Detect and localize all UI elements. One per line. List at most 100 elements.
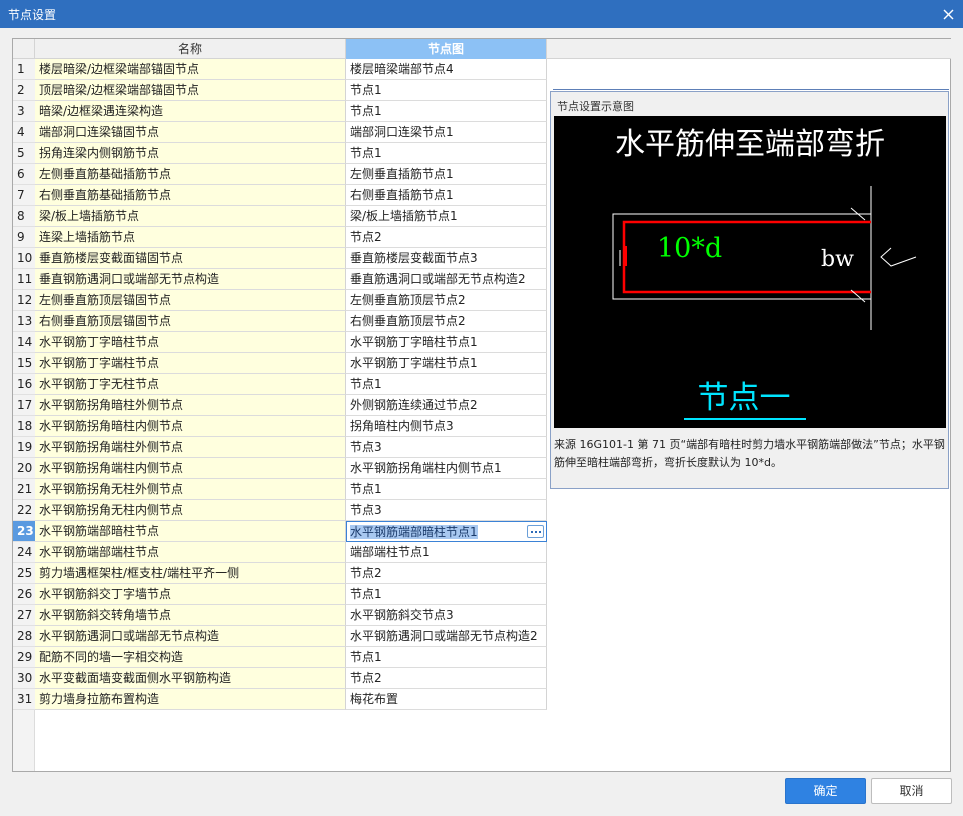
- cell-node[interactable]: 节点2: [346, 563, 547, 584]
- row-number[interactable]: 9: [13, 227, 35, 248]
- table-row[interactable]: 26 水平钢筋斜交丁字墙节点 节点1: [13, 584, 548, 605]
- table-row[interactable]: 25 剪力墙遇框架柱/框支柱/端柱平齐一侧 节点2: [13, 563, 548, 584]
- table-row[interactable]: 21 水平钢筋拐角无柱外侧节点 节点1: [13, 479, 548, 500]
- cell-node-editor[interactable]: 水平钢筋端部暗柱节点1: [346, 521, 547, 542]
- table-row[interactable]: 8 梁/板上墙插筋节点 梁/板上墙插筋节点1: [13, 206, 548, 227]
- confirm-button[interactable]: 确定: [785, 778, 866, 804]
- table-row[interactable]: 24 水平钢筋端部端柱节点 端部端柱节点1: [13, 542, 548, 563]
- row-number[interactable]: 3: [13, 101, 35, 122]
- cell-node[interactable]: 节点3: [346, 437, 547, 458]
- table-row[interactable]: 23 水平钢筋端部暗柱节点 水平钢筋端部暗柱节点1: [13, 521, 548, 542]
- cell-node[interactable]: 水平钢筋遇洞口或端部无节点构造2: [346, 626, 547, 647]
- row-number[interactable]: 28: [13, 626, 35, 647]
- row-number[interactable]: 16: [13, 374, 35, 395]
- row-number[interactable]: 27: [13, 605, 35, 626]
- table-row[interactable]: 17 水平钢筋拐角暗柱外侧节点 外侧钢筋连续通过节点2: [13, 395, 548, 416]
- row-number[interactable]: 4: [13, 122, 35, 143]
- row-number[interactable]: 23: [13, 521, 35, 542]
- cell-node[interactable]: 节点1: [346, 101, 547, 122]
- row-number[interactable]: 14: [13, 332, 35, 353]
- table-row[interactable]: 18 水平钢筋拐角暗柱内侧节点 拐角暗柱内侧节点3: [13, 416, 548, 437]
- cell-node[interactable]: 水平钢筋丁字端柱节点1: [346, 353, 547, 374]
- row-number[interactable]: 1: [13, 59, 35, 80]
- cancel-button[interactable]: 取消: [871, 778, 952, 804]
- cell-node[interactable]: 垂直筋楼层变截面节点3: [346, 248, 547, 269]
- cell-node[interactable]: 垂直筋遇洞口或端部无节点构造2: [346, 269, 547, 290]
- table-row[interactable]: 1 楼层暗梁/边框梁端部锚固节点 楼层暗梁端部节点4: [13, 59, 548, 80]
- column-header-name[interactable]: 名称: [35, 39, 346, 59]
- row-number[interactable]: 10: [13, 248, 35, 269]
- row-number[interactable]: 25: [13, 563, 35, 584]
- table-row[interactable]: 30 水平变截面墙变截面侧水平钢筋构造 节点2: [13, 668, 548, 689]
- table-row[interactable]: 31 剪力墙身拉筋布置构造 梅花布置: [13, 689, 548, 710]
- row-number[interactable]: 24: [13, 542, 35, 563]
- table-row[interactable]: 14 水平钢筋丁字暗柱节点 水平钢筋丁字暗柱节点1: [13, 332, 548, 353]
- cell-node[interactable]: 端部洞口连梁节点1: [346, 122, 547, 143]
- row-number[interactable]: 11: [13, 269, 35, 290]
- table-row[interactable]: 15 水平钢筋丁字端柱节点 水平钢筋丁字端柱节点1: [13, 353, 548, 374]
- cell-node[interactable]: 节点2: [346, 227, 547, 248]
- cell-node[interactable]: 节点1: [346, 143, 547, 164]
- row-number[interactable]: 13: [13, 311, 35, 332]
- row-number[interactable]: 30: [13, 668, 35, 689]
- cell-node[interactable]: 拐角暗柱内侧节点3: [346, 416, 547, 437]
- cell-node[interactable]: 节点1: [346, 584, 547, 605]
- table-row[interactable]: 6 左侧垂直筋基础插筋节点 左侧垂直插筋节点1: [13, 164, 548, 185]
- table-row[interactable]: 7 右侧垂直筋基础插筋节点 右侧垂直插筋节点1: [13, 185, 548, 206]
- row-number[interactable]: 2: [13, 80, 35, 101]
- column-header-node[interactable]: 节点图: [346, 39, 547, 59]
- table-row[interactable]: 2 顶层暗梁/边框梁端部锚固节点 节点1: [13, 80, 548, 101]
- cell-node[interactable]: 楼层暗梁端部节点4: [346, 59, 547, 80]
- row-number[interactable]: 12: [13, 290, 35, 311]
- table-row[interactable]: 12 左侧垂直筋顶层锚固节点 左侧垂直筋顶层节点2: [13, 290, 548, 311]
- row-number[interactable]: 18: [13, 416, 35, 437]
- row-number[interactable]: 5: [13, 143, 35, 164]
- row-number[interactable]: 17: [13, 395, 35, 416]
- table-row[interactable]: 4 端部洞口连梁锚固节点 端部洞口连梁节点1: [13, 122, 548, 143]
- cell-node[interactable]: 水平钢筋斜交节点3: [346, 605, 547, 626]
- table-row[interactable]: 5 拐角连梁内侧钢筋节点 节点1: [13, 143, 548, 164]
- table-row[interactable]: 3 暗梁/边框梁遇连梁构造 节点1: [13, 101, 548, 122]
- close-button[interactable]: [933, 0, 963, 28]
- row-number[interactable]: 20: [13, 458, 35, 479]
- cell-node[interactable]: 水平钢筋拐角端柱内侧节点1: [346, 458, 547, 479]
- table-row[interactable]: 28 水平钢筋遇洞口或端部无节点构造 水平钢筋遇洞口或端部无节点构造2: [13, 626, 548, 647]
- row-number[interactable]: 26: [13, 584, 35, 605]
- row-number[interactable]: 19: [13, 437, 35, 458]
- ellipsis-button[interactable]: [527, 525, 544, 538]
- table-row[interactable]: 10 垂直筋楼层变截面锚固节点 垂直筋楼层变截面节点3: [13, 248, 548, 269]
- row-number[interactable]: 8: [13, 206, 35, 227]
- row-number[interactable]: 7: [13, 185, 35, 206]
- table-row[interactable]: 9 连梁上墙插筋节点 节点2: [13, 227, 548, 248]
- cell-node[interactable]: 右侧垂直筋顶层节点2: [346, 311, 547, 332]
- table-row[interactable]: 16 水平钢筋丁字无柱节点 节点1: [13, 374, 548, 395]
- table-row[interactable]: 13 右侧垂直筋顶层锚固节点 右侧垂直筋顶层节点2: [13, 311, 548, 332]
- row-number[interactable]: 21: [13, 479, 35, 500]
- table-row[interactable]: 11 垂直钢筋遇洞口或端部无节点构造 垂直筋遇洞口或端部无节点构造2: [13, 269, 548, 290]
- cell-node[interactable]: 节点1: [346, 80, 547, 101]
- cell-node[interactable]: 节点1: [346, 647, 547, 668]
- cell-node[interactable]: 节点3: [346, 500, 547, 521]
- row-number[interactable]: 22: [13, 500, 35, 521]
- cell-node[interactable]: 节点1: [346, 479, 547, 500]
- row-number[interactable]: 15: [13, 353, 35, 374]
- table-row[interactable]: 20 水平钢筋拐角端柱内侧节点 水平钢筋拐角端柱内侧节点1: [13, 458, 548, 479]
- row-number[interactable]: 29: [13, 647, 35, 668]
- cell-node[interactable]: 节点2: [346, 668, 547, 689]
- table-row[interactable]: 22 水平钢筋拐角无柱内侧节点 节点3: [13, 500, 548, 521]
- cell-node[interactable]: 左侧垂直插筋节点1: [346, 164, 547, 185]
- table-row[interactable]: 19 水平钢筋拐角端柱外侧节点 节点3: [13, 437, 548, 458]
- cell-node[interactable]: 水平钢筋丁字暗柱节点1: [346, 332, 547, 353]
- cell-node[interactable]: 梅花布置: [346, 689, 547, 710]
- cell-node[interactable]: 梁/板上墙插筋节点1: [346, 206, 547, 227]
- cell-node[interactable]: 左侧垂直筋顶层节点2: [346, 290, 547, 311]
- table-row[interactable]: 27 水平钢筋斜交转角墙节点 水平钢筋斜交节点3: [13, 605, 548, 626]
- cell-node-selected-text[interactable]: 水平钢筋端部暗柱节点1: [350, 525, 478, 539]
- cell-node[interactable]: 端部端柱节点1: [346, 542, 547, 563]
- cell-node[interactable]: 节点1: [346, 374, 547, 395]
- row-number[interactable]: 31: [13, 689, 35, 710]
- row-number[interactable]: 6: [13, 164, 35, 185]
- cell-node[interactable]: 右侧垂直插筋节点1: [346, 185, 547, 206]
- table-row[interactable]: 29 配筋不同的墙一字相交构造 节点1: [13, 647, 548, 668]
- cell-node[interactable]: 外侧钢筋连续通过节点2: [346, 395, 547, 416]
